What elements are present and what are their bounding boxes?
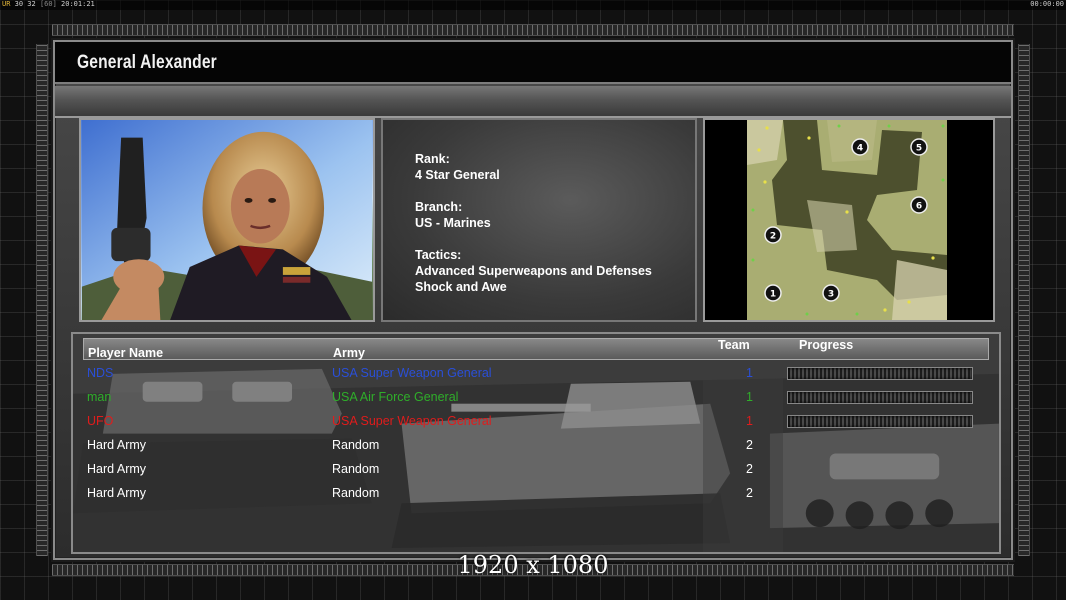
tactics-line-1: Advanced Superweapons and Defenses xyxy=(415,264,652,278)
tactics-line-2: Shock and Awe xyxy=(415,280,507,294)
player-army: Random xyxy=(332,486,380,500)
svg-text:3: 3 xyxy=(828,290,834,300)
ruler-left xyxy=(36,44,48,556)
start-position-6: 6 xyxy=(910,196,928,214)
tactics-label: Tactics: xyxy=(415,248,462,262)
general-portrait xyxy=(79,118,375,322)
portrait-image xyxy=(81,120,373,320)
svg-text:2: 2 xyxy=(770,232,776,242)
title-bar: General Alexander xyxy=(55,42,1011,84)
game-timer: 00:00:00 xyxy=(1030,0,1064,8)
player-name: Hard Army xyxy=(87,438,147,452)
general-name-title: General Alexander xyxy=(77,52,217,73)
header-player-name: Player Name xyxy=(88,346,164,360)
svg-text:4: 4 xyxy=(857,144,863,154)
start-position-3: 3 xyxy=(822,284,840,302)
player-row-4: Hard Army Random 2 xyxy=(73,434,999,458)
general-info-panel: Rank: 4 Star General Branch: US - Marine… xyxy=(381,118,697,322)
decorative-band xyxy=(55,86,1011,118)
player-row-6: Hard Army Random 2 xyxy=(73,482,999,506)
player-name: Hard Army xyxy=(87,462,147,476)
start-position-5: 5 xyxy=(910,138,928,156)
player-name: man xyxy=(87,390,112,404)
player-team: 2 xyxy=(746,486,753,500)
player-army: USA Air Force General xyxy=(332,390,459,404)
map-image: 1 2 3 4 5 6 xyxy=(747,120,947,320)
header-progress: Progress xyxy=(799,338,854,352)
player-name: UFO xyxy=(87,414,114,428)
start-position-1: 1 xyxy=(764,284,782,302)
loading-screen-frame: General Alexander Rank: 4 Star General B… xyxy=(53,40,1013,560)
ruler-top xyxy=(52,24,1014,36)
player-name: NDS xyxy=(87,366,114,380)
player-table: Player Name Army Team Progress NDS USA S… xyxy=(71,332,1001,554)
player-team: 2 xyxy=(746,462,753,476)
player-army: USA Super Weapon General xyxy=(332,366,492,380)
rank-label: Rank: xyxy=(415,152,450,166)
player-row-5: Hard Army Random 2 xyxy=(73,458,999,482)
svg-text:1: 1 xyxy=(770,290,776,300)
branch-label: Branch: xyxy=(415,200,463,214)
player-row-3: UFO USA Super Weapon General 1 xyxy=(73,410,999,434)
player-team: 1 xyxy=(746,390,753,404)
map-preview-panel: 1 2 3 4 5 6 xyxy=(703,118,995,322)
header-army: Army xyxy=(333,346,365,360)
player-army: Random xyxy=(332,438,380,452)
start-position-2: 2 xyxy=(764,226,782,244)
player-name: Hard Army xyxy=(87,486,147,500)
fps-readout: UR 30 32 [60] 20:01:21 xyxy=(2,0,95,8)
player-team: 1 xyxy=(746,366,753,380)
svg-text:6: 6 xyxy=(916,202,922,212)
table-header: Player Name Army Team Progress xyxy=(83,338,989,360)
rank-value: 4 Star General xyxy=(415,168,500,182)
svg-text:5: 5 xyxy=(916,144,922,154)
player-army: USA Super Weapon General xyxy=(332,414,492,428)
resolution-caption: 1920 x 1080 xyxy=(457,551,609,579)
start-position-4: 4 xyxy=(851,138,869,156)
loading-progress-bar xyxy=(787,367,973,380)
header-team: Team xyxy=(718,338,750,352)
branch-block: Branch: US - Marines xyxy=(415,199,491,231)
player-team: 2 xyxy=(746,438,753,452)
map-preview: 1 2 3 4 5 6 xyxy=(747,120,947,320)
player-row-2: man USA Air Force General 1 xyxy=(73,386,999,410)
ruler-right xyxy=(1018,44,1030,556)
tactics-block: Tactics: Advanced Superweapons and Defen… xyxy=(415,247,652,295)
status-bar: UR 30 32 [60] 20:01:21 00:00:00 xyxy=(0,0,1066,10)
branch-value: US - Marines xyxy=(415,216,491,230)
loading-progress-bar xyxy=(787,391,973,404)
player-army: Random xyxy=(332,462,380,476)
player-row-1: NDS USA Super Weapon General 1 xyxy=(73,362,999,386)
rank-block: Rank: 4 Star General xyxy=(415,151,500,183)
player-team: 1 xyxy=(746,414,753,428)
loading-progress-bar xyxy=(787,415,973,428)
